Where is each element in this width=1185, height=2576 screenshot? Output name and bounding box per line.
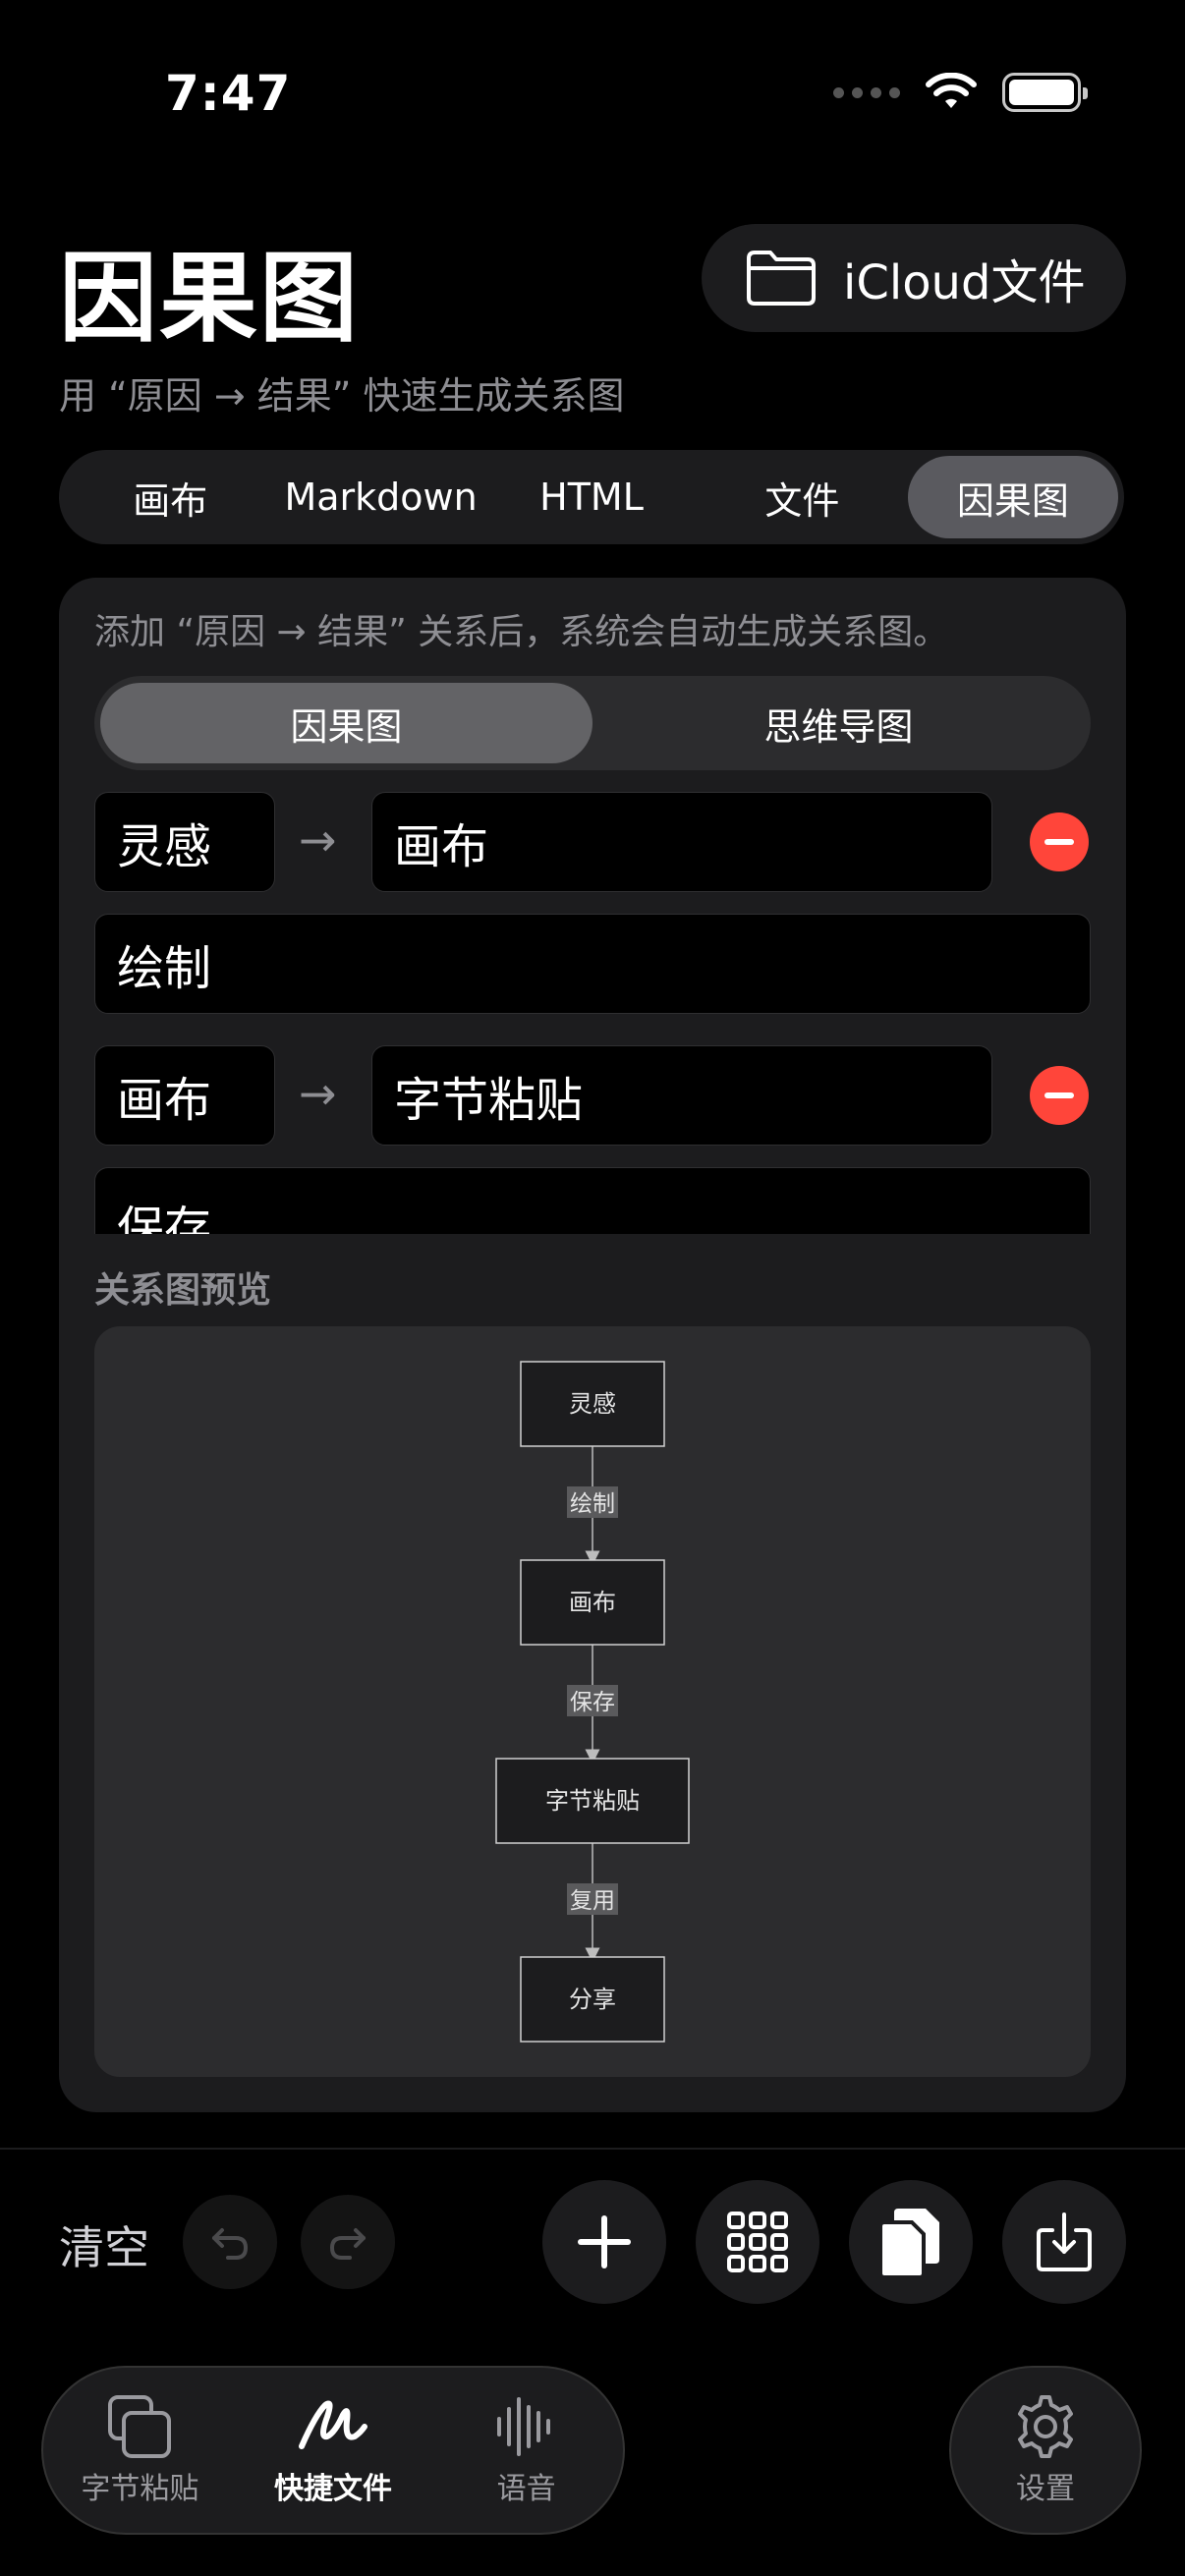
- cause-field[interactable]: 画布: [94, 1045, 275, 1146]
- tab-byte-paste-label: 字节粘贴: [81, 2472, 199, 2506]
- remove-relation-button[interactable]: [1030, 1066, 1089, 1125]
- page-subtitle: 用 “原因 → 结果” 快速生成关系图: [59, 374, 625, 418]
- grid-button[interactable]: [696, 2180, 819, 2304]
- undo-button[interactable]: [183, 2195, 277, 2289]
- arrow-right-icon: →: [299, 813, 337, 867]
- tab-quick-file[interactable]: 快捷文件: [237, 2393, 430, 2507]
- diagram-edge-label: 绘制: [570, 1491, 615, 1517]
- wifi-icon: [926, 73, 977, 108]
- option-mind-map[interactable]: 思维导图: [592, 683, 1085, 763]
- diagram-node: 分享: [520, 1956, 665, 2043]
- relation-list: 灵感 → 画布 绘制 画布 → 字节粘贴 保存: [94, 792, 1091, 1234]
- status-time: 7:47: [165, 65, 292, 122]
- tab-html[interactable]: HTML: [486, 456, 697, 538]
- redo-icon: [329, 2228, 366, 2260]
- waveform-icon: [496, 2397, 550, 2456]
- remove-relation-button[interactable]: [1030, 812, 1089, 871]
- preview-label: 关系图预览: [94, 1270, 272, 1311]
- card-hint: 添加 “原因 → 结果” 关系后，系统会自动生成关系图。: [94, 612, 949, 652]
- diagram-node: 字节粘贴: [495, 1758, 690, 1844]
- export-button[interactable]: [1002, 2180, 1126, 2304]
- page-title: 因果图: [59, 241, 360, 356]
- diagram-node-label: 字节粘贴: [545, 1787, 640, 1815]
- relation-label-field[interactable]: 保存: [94, 1167, 1091, 1234]
- add-button[interactable]: [542, 2180, 666, 2304]
- export-icon: [1037, 2212, 1092, 2271]
- cellular-signal-icon: [833, 86, 900, 98]
- status-indicators: [833, 73, 1088, 112]
- causal-graph-card: 添加 “原因 → 结果” 关系后，系统会自动生成关系图。 因果图 思维导图 灵感…: [59, 578, 1126, 2112]
- gear-icon: [1018, 2395, 1073, 2458]
- tab-quick-file-label: 快捷文件: [274, 2472, 392, 2506]
- effect-field[interactable]: 字节粘贴: [371, 1045, 992, 1146]
- settings-label: 设置: [1016, 2472, 1075, 2506]
- diagram-edge-label: 保存: [570, 1690, 615, 1715]
- paste-icon: [108, 2395, 172, 2458]
- bottom-tab-bar: 字节粘贴 快捷文件 语音: [41, 2366, 625, 2535]
- tab-voice-label: 语音: [496, 2472, 556, 2506]
- settings-button[interactable]: 设置: [949, 2366, 1142, 2535]
- clear-button[interactable]: 清空: [59, 2212, 149, 2277]
- tab-byte-paste[interactable]: 字节粘贴: [43, 2393, 237, 2507]
- scribble-icon: [299, 2400, 367, 2449]
- battery-icon: [1002, 73, 1088, 112]
- relation-label-field[interactable]: 绘制: [94, 914, 1091, 1014]
- icloud-files-label: iCloud文件: [843, 255, 1086, 310]
- grid-icon: [727, 2212, 788, 2272]
- tab-canvas[interactable]: 画布: [65, 456, 275, 538]
- diagram-node: 画布: [520, 1559, 665, 1646]
- undo-icon: [212, 2228, 249, 2260]
- diagram-edge-label: 复用: [570, 1888, 615, 1914]
- tab-file[interactable]: 文件: [697, 456, 907, 538]
- graph-mode-toggle: 因果图 思维导图: [94, 676, 1091, 770]
- plus-icon: [578, 2215, 631, 2268]
- tab-voice[interactable]: 语音: [429, 2393, 623, 2507]
- tab-markdown[interactable]: Markdown: [275, 456, 485, 538]
- toolbar-divider: [0, 2148, 1185, 2150]
- diagram-node-label: 画布: [569, 1589, 616, 1616]
- mode-tabs: 画布 Markdown HTML 文件 因果图: [59, 450, 1124, 544]
- diagram-node-label: 分享: [569, 1986, 616, 2013]
- tab-causal-graph[interactable]: 因果图: [907, 456, 1119, 538]
- copy-icon: [878, 2209, 939, 2279]
- arrow-right-icon: →: [299, 1067, 337, 1120]
- causal-diagram: 绘制保存复用 灵感画布字节粘贴分享: [495, 1361, 690, 2043]
- diagram-node-label: 灵感: [569, 1390, 616, 1418]
- folder-icon: [747, 251, 816, 306]
- redo-button[interactable]: [301, 2195, 395, 2289]
- effect-field[interactable]: 画布: [371, 792, 992, 892]
- cause-field[interactable]: 灵感: [94, 792, 275, 892]
- option-causal-graph[interactable]: 因果图: [100, 683, 592, 763]
- diagram-node: 灵感: [520, 1361, 665, 1447]
- diagram-preview: 绘制保存复用 灵感画布字节粘贴分享: [94, 1326, 1091, 2077]
- icloud-files-button[interactable]: iCloud文件: [702, 224, 1126, 332]
- copy-button[interactable]: [849, 2180, 973, 2304]
